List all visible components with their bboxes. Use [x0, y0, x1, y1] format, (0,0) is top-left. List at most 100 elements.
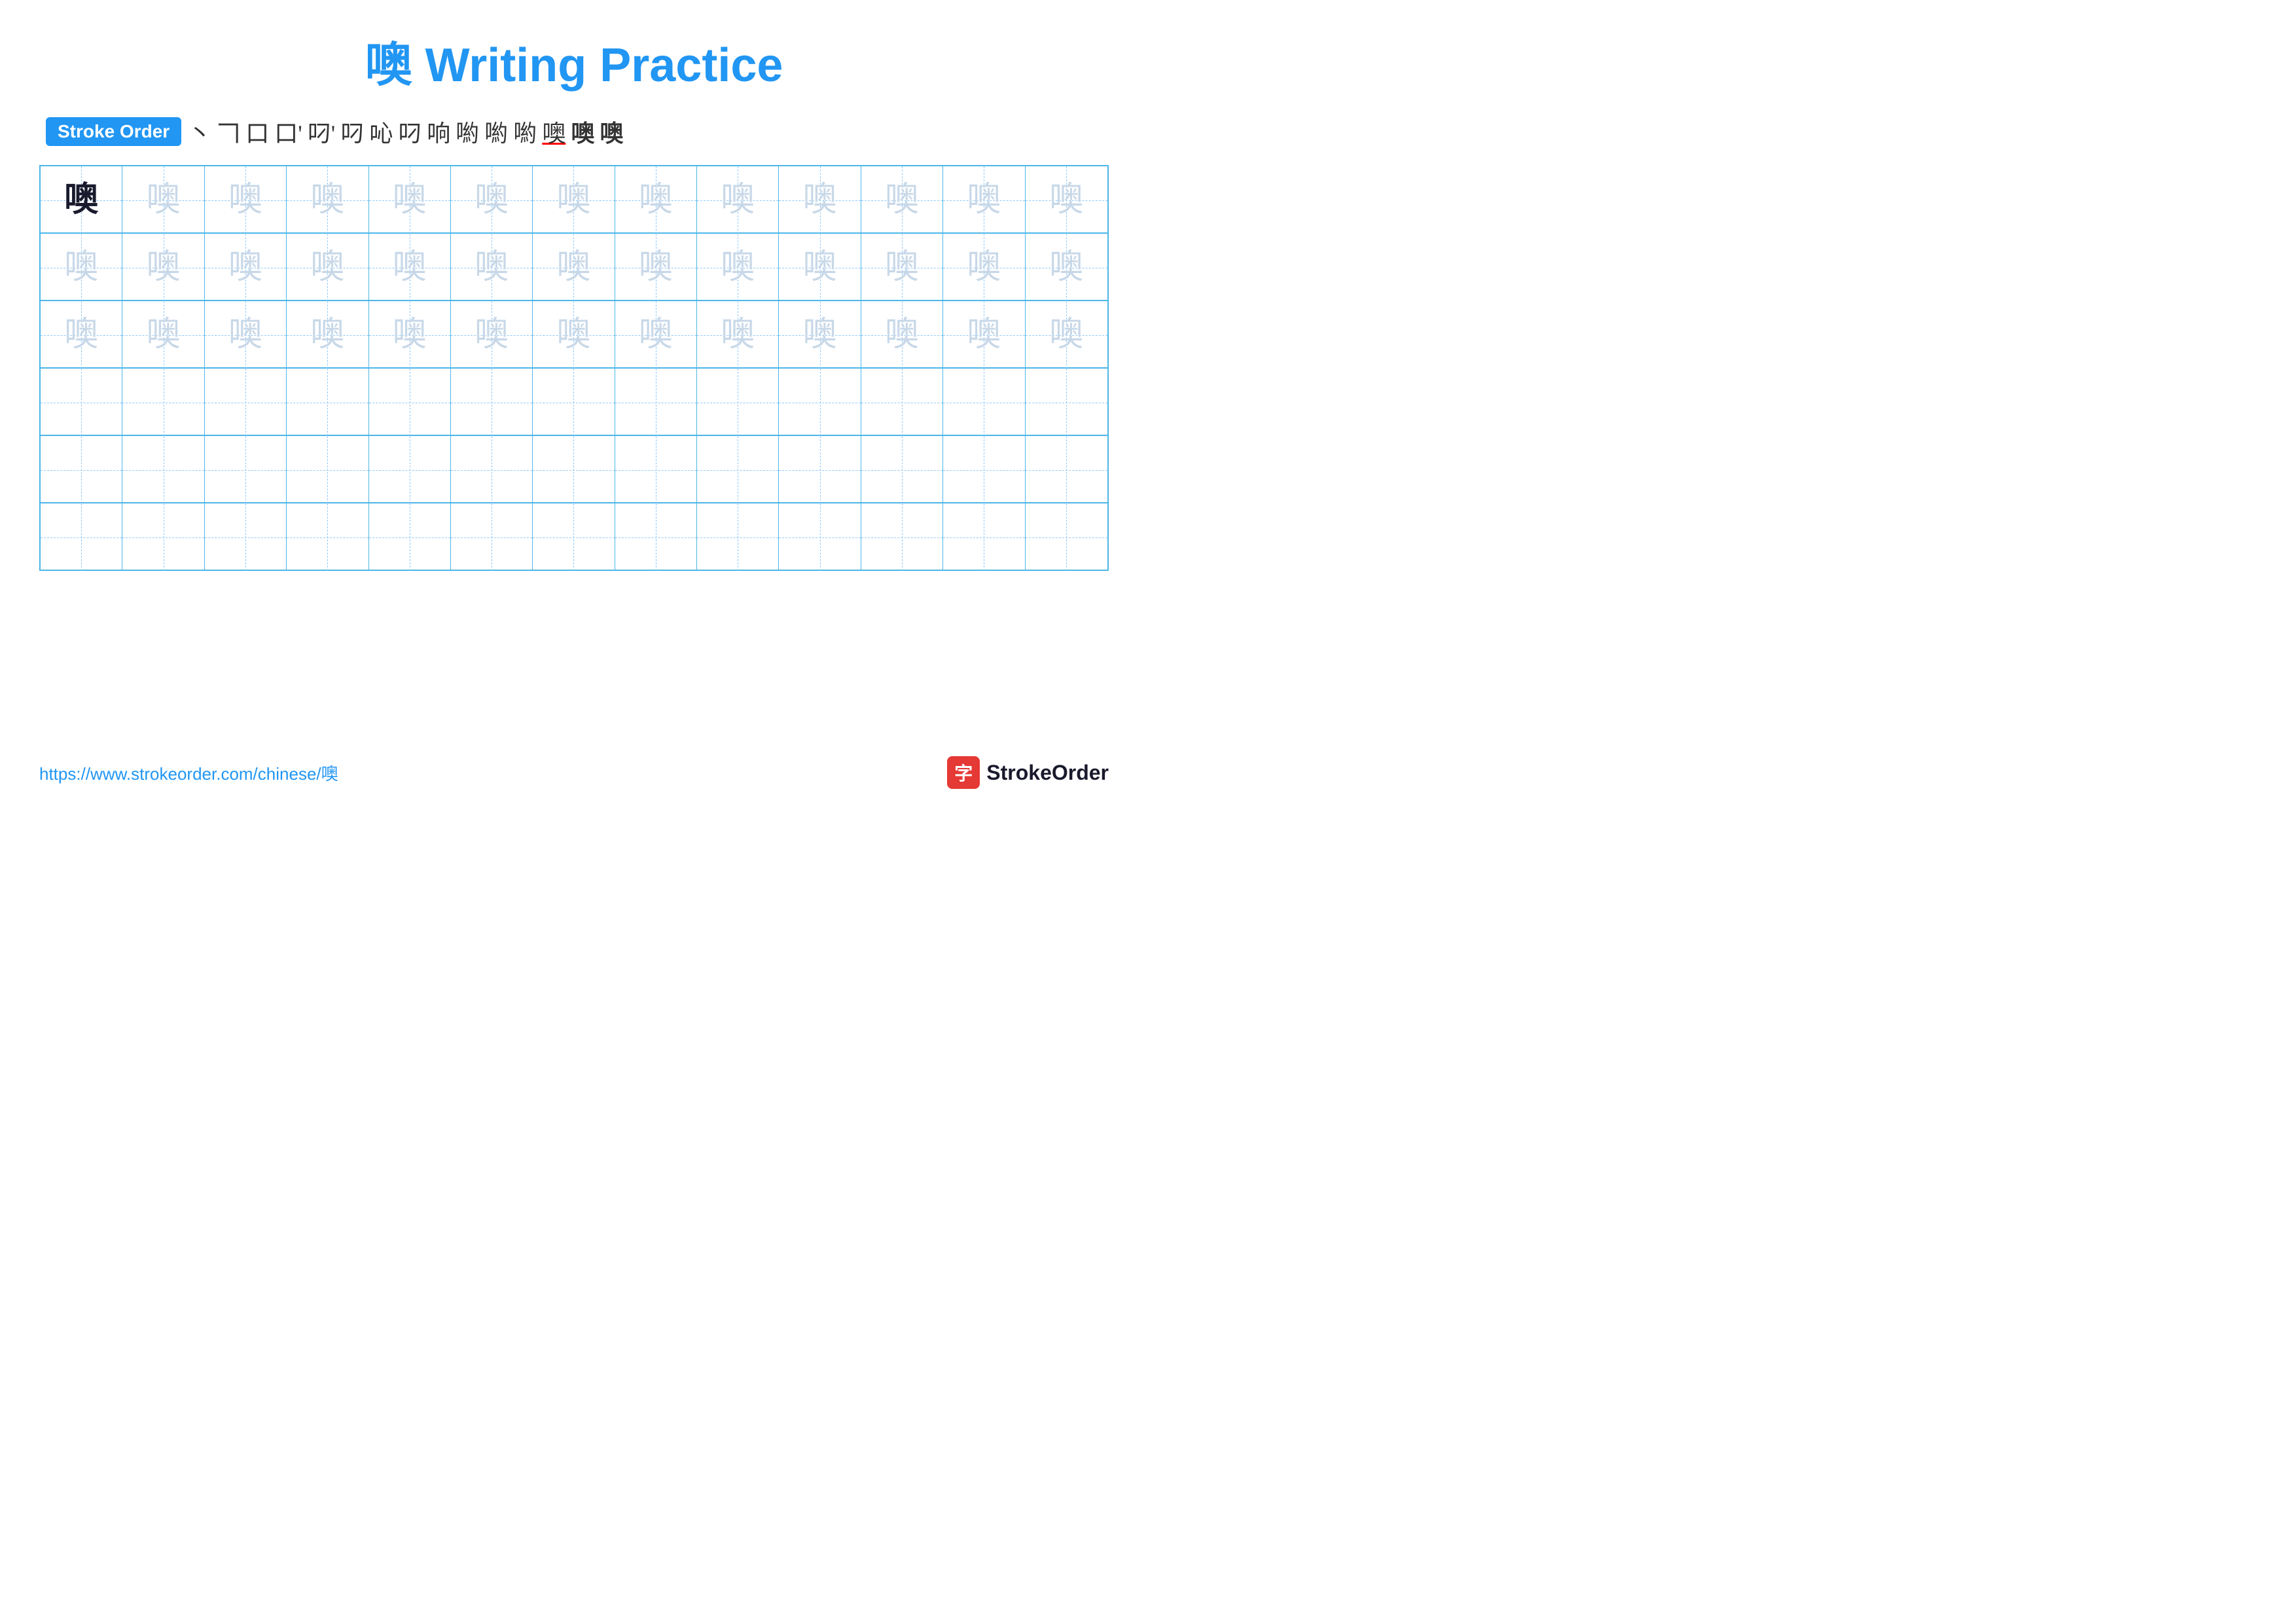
cell-4-13[interactable]	[1026, 369, 1107, 436]
cell-5-11[interactable]	[861, 436, 943, 503]
grid-row-5	[41, 436, 1107, 503]
cell-3-5: 噢	[369, 301, 451, 369]
cell-6-1[interactable]	[41, 503, 122, 571]
cell-5-12[interactable]	[943, 436, 1025, 503]
strokeorder-logo-text: StrokeOrder	[986, 761, 1109, 785]
stroke-1: 丶	[188, 115, 211, 149]
cell-5-5[interactable]	[369, 436, 451, 503]
cell-5-10[interactable]	[779, 436, 861, 503]
cell-3-11: 噢	[861, 301, 943, 369]
cell-6-12[interactable]	[943, 503, 1025, 571]
cell-2-13: 噢	[1026, 234, 1107, 301]
cell-3-13: 噢	[1026, 301, 1107, 369]
cell-4-10[interactable]	[779, 369, 861, 436]
cell-6-9[interactable]	[697, 503, 779, 571]
stroke-10: 喲	[456, 115, 479, 149]
cell-1-9: 噢	[697, 166, 779, 234]
page-title: 噢 Writing Practice	[39, 26, 1109, 95]
grid-row-3: 噢 噢 噢 噢 噢 噢 噢 噢 噢 噢 噢 噢 噢	[41, 301, 1107, 369]
title-char: 噢	[365, 39, 412, 92]
cell-5-8[interactable]	[615, 436, 697, 503]
stroke-5: 叼'	[308, 115, 336, 149]
cell-5-4[interactable]	[287, 436, 368, 503]
cell-6-11[interactable]	[861, 503, 943, 571]
cell-5-6[interactable]	[451, 436, 533, 503]
footer: https://www.strokeorder.com/chinese/噢 字 …	[39, 756, 1109, 789]
cell-4-7[interactable]	[533, 369, 615, 436]
stroke-2: 𠃍	[217, 115, 240, 149]
cell-1-6: 噢	[451, 166, 533, 234]
cell-3-1: 噢	[41, 301, 122, 369]
stroke-13: 噢	[542, 115, 565, 149]
cell-6-13[interactable]	[1026, 503, 1107, 571]
grid-row-6	[41, 503, 1107, 571]
stroke-12: 喲	[513, 115, 537, 149]
cell-6-10[interactable]	[779, 503, 861, 571]
cell-3-4: 噢	[287, 301, 368, 369]
stroke-8: 叼	[398, 115, 422, 149]
cell-4-2[interactable]	[122, 369, 204, 436]
cell-2-5: 噢	[369, 234, 451, 301]
cell-1-3: 噢	[205, 166, 287, 234]
cell-2-11: 噢	[861, 234, 943, 301]
cell-4-5[interactable]	[369, 369, 451, 436]
cell-1-11: 噢	[861, 166, 943, 234]
cell-3-2: 噢	[122, 301, 204, 369]
cell-6-4[interactable]	[287, 503, 368, 571]
cell-5-3[interactable]	[205, 436, 287, 503]
cell-4-4[interactable]	[287, 369, 368, 436]
cell-6-7[interactable]	[533, 503, 615, 571]
cell-1-5: 噢	[369, 166, 451, 234]
cell-1-12: 噢	[943, 166, 1025, 234]
cell-2-6: 噢	[451, 234, 533, 301]
cell-1-1: 噢	[41, 166, 122, 234]
cell-1-4: 噢	[287, 166, 368, 234]
cell-3-6: 噢	[451, 301, 533, 369]
cell-1-10: 噢	[779, 166, 861, 234]
cell-4-9[interactable]	[697, 369, 779, 436]
footer-logo: 字 StrokeOrder	[947, 756, 1109, 789]
cell-2-10: 噢	[779, 234, 861, 301]
cell-3-9: 噢	[697, 301, 779, 369]
grid-row-1: 噢 噢 噢 噢 噢 噢 噢 噢 噢 噢 噢 噢 噢	[41, 166, 1107, 234]
cell-4-1[interactable]	[41, 369, 122, 436]
cell-2-8: 噢	[615, 234, 697, 301]
cell-4-3[interactable]	[205, 369, 287, 436]
cell-2-4: 噢	[287, 234, 368, 301]
cell-6-2[interactable]	[122, 503, 204, 571]
stroke-6: 叼	[340, 115, 364, 149]
stroke-15: 噢	[600, 115, 623, 149]
practice-grid: 噢 噢 噢 噢 噢 噢 噢 噢 噢 噢 噢 噢 噢 噢 噢 噢 噢 噢 噢 噢 …	[39, 165, 1109, 571]
cell-4-6[interactable]	[451, 369, 533, 436]
cell-3-3: 噢	[205, 301, 287, 369]
stroke-14: 噢	[571, 115, 594, 149]
footer-url[interactable]: https://www.strokeorder.com/chinese/噢	[39, 761, 338, 785]
cell-1-8: 噢	[615, 166, 697, 234]
cell-6-8[interactable]	[615, 503, 697, 571]
cell-5-1[interactable]	[41, 436, 122, 503]
cell-6-5[interactable]	[369, 503, 451, 571]
cell-2-7: 噢	[533, 234, 615, 301]
cell-6-3[interactable]	[205, 503, 287, 571]
cell-2-1: 噢	[41, 234, 122, 301]
cell-4-11[interactable]	[861, 369, 943, 436]
stroke-7: 吣	[369, 115, 393, 149]
cell-4-8[interactable]	[615, 369, 697, 436]
cell-5-7[interactable]	[533, 436, 615, 503]
cell-4-12[interactable]	[943, 369, 1025, 436]
strokeorder-logo-icon: 字	[947, 756, 980, 789]
stroke-order-row: Stroke Order 丶 𠃍 口 口' 叼' 叼 吣 叼 响 喲 喲 喲 噢…	[39, 115, 1109, 149]
stroke-order-badge: Stroke Order	[46, 117, 181, 146]
cell-3-7: 噢	[533, 301, 615, 369]
cell-2-2: 噢	[122, 234, 204, 301]
title-rest: Writing Practice	[412, 39, 783, 92]
grid-row-4	[41, 369, 1107, 436]
stroke-11: 喲	[484, 115, 508, 149]
cell-5-13[interactable]	[1026, 436, 1107, 503]
cell-5-2[interactable]	[122, 436, 204, 503]
grid-row-2: 噢 噢 噢 噢 噢 噢 噢 噢 噢 噢 噢 噢 噢	[41, 234, 1107, 301]
cell-5-9[interactable]	[697, 436, 779, 503]
cell-1-13: 噢	[1026, 166, 1107, 234]
cell-2-9: 噢	[697, 234, 779, 301]
cell-6-6[interactable]	[451, 503, 533, 571]
